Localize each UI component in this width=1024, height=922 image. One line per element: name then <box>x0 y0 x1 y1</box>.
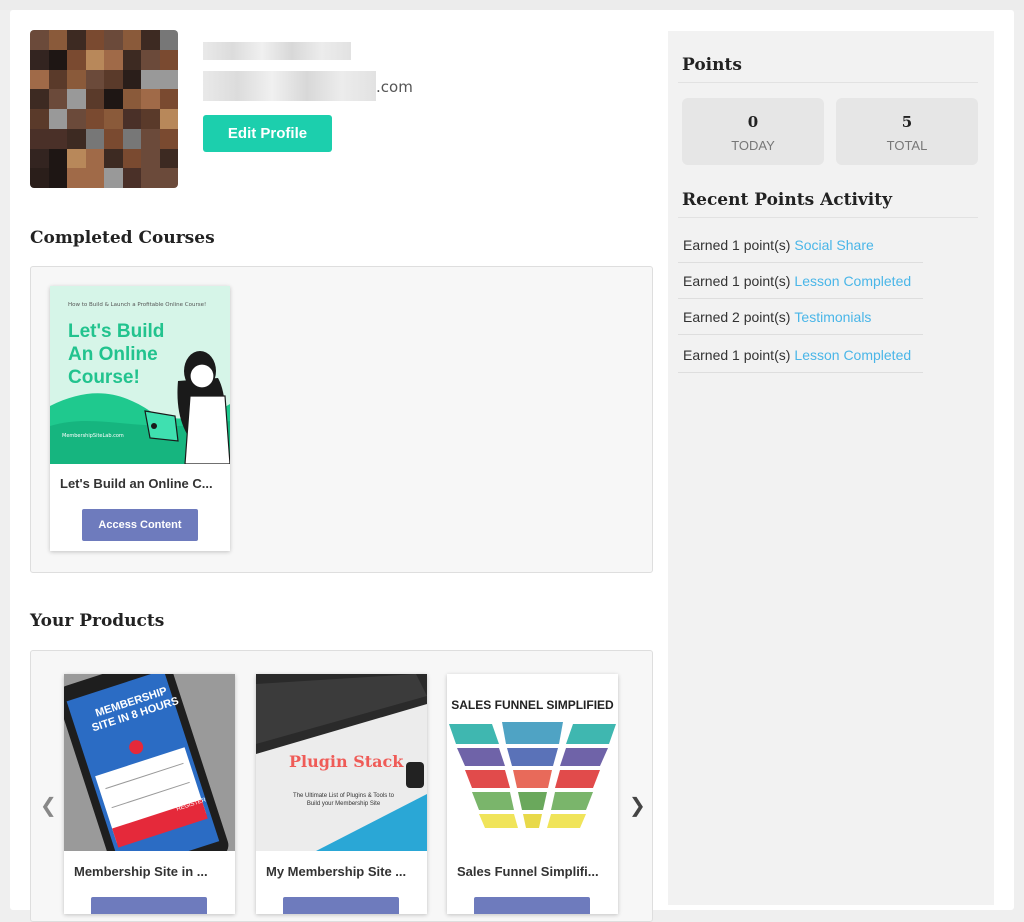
points-today-box: 0 TODAY <box>682 98 824 165</box>
funnel-illustration <box>449 722 616 828</box>
course-thumb-url: MembershipSiteLab.com <box>62 433 124 439</box>
points-today-label: TODAY <box>731 138 775 153</box>
carousel-prev-arrow[interactable]: ❮ <box>40 793 57 817</box>
divider <box>678 217 978 218</box>
carousel-next-arrow[interactable]: ❯ <box>629 793 646 817</box>
product-card[interactable]: MEMBERSHIP SITE IN 8 HOURS REGISTER Memb… <box>64 674 235 914</box>
product-access-button[interactable] <box>91 897 207 914</box>
points-today-value: 0 <box>747 113 759 131</box>
activity-text: Earned 1 point(s) <box>683 346 791 363</box>
product-title[interactable]: My Membership Site ... <box>266 864 416 879</box>
product-thumb-subtitle: The Ultimate List of Plugins & Tools to … <box>293 793 394 807</box>
product-access-button[interactable] <box>283 897 399 914</box>
activity-link[interactable]: Testimonials <box>794 309 871 325</box>
access-content-button[interactable]: Access Content <box>82 509 198 541</box>
activity-link[interactable]: Lesson Completed <box>794 347 911 363</box>
divider <box>678 82 978 83</box>
profile-name-blurred <box>203 42 351 60</box>
activity-text: Earned 1 point(s) <box>683 236 791 253</box>
points-heading: Points <box>682 55 742 75</box>
activity-item: Earned 1 point(s) Lesson Completed <box>678 337 923 373</box>
activity-text: Earned 2 point(s) <box>683 308 791 325</box>
product-thumbnail[interactable]: Plugin Stack The Ultimate List of Plugin… <box>256 674 427 851</box>
product-thumbnail[interactable]: MEMBERSHIP SITE IN 8 HOURS REGISTER <box>64 674 235 851</box>
activity-item: Earned 1 point(s) Lesson Completed <box>678 263 923 299</box>
points-total-value: 5 <box>901 113 913 131</box>
points-sidebar: Points 0 TODAY 5 TOTAL Recent Points Act… <box>668 31 994 905</box>
activity-link[interactable]: Lesson Completed <box>794 273 911 289</box>
top-strip <box>0 0 1024 10</box>
completed-courses-heading: Completed Courses <box>30 228 215 248</box>
edit-profile-button[interactable]: Edit Profile <box>203 115 332 152</box>
activity-link[interactable]: Social Share <box>794 237 873 253</box>
profile-email-suffix: .com <box>376 78 413 96</box>
your-products-heading: Your Products <box>30 611 165 631</box>
avatar <box>30 30 178 188</box>
points-total-label: TOTAL <box>886 138 928 153</box>
profile-email-blurred <box>203 71 376 101</box>
course-thumbnail[interactable]: How to Build & Launch a Profitable Onlin… <box>50 286 230 464</box>
activity-item: Earned 1 point(s) Social Share <box>678 227 923 263</box>
course-card[interactable]: How to Build & Launch a Profitable Onlin… <box>50 286 230 551</box>
product-access-button[interactable] <box>474 897 590 914</box>
recent-activity-heading: Recent Points Activity <box>682 190 892 210</box>
product-thumb-headline: Plugin Stack <box>289 752 404 771</box>
product-card[interactable]: SALES FUNNEL SIMPLIFIED Sales Funnel Sim… <box>447 674 618 914</box>
product-title[interactable]: Membership Site in ... <box>74 864 224 879</box>
activity-item: Earned 2 point(s) Testimonials <box>678 299 923 335</box>
product-title[interactable]: Sales Funnel Simplifi... <box>457 864 607 879</box>
product-thumbnail[interactable]: SALES FUNNEL SIMPLIFIED <box>447 674 618 851</box>
course-title[interactable]: Let's Build an Online C... <box>60 476 220 491</box>
activity-text: Earned 1 point(s) <box>683 272 791 289</box>
points-total-box: 5 TOTAL <box>836 98 978 165</box>
product-card[interactable]: Plugin Stack The Ultimate List of Plugin… <box>256 674 427 914</box>
